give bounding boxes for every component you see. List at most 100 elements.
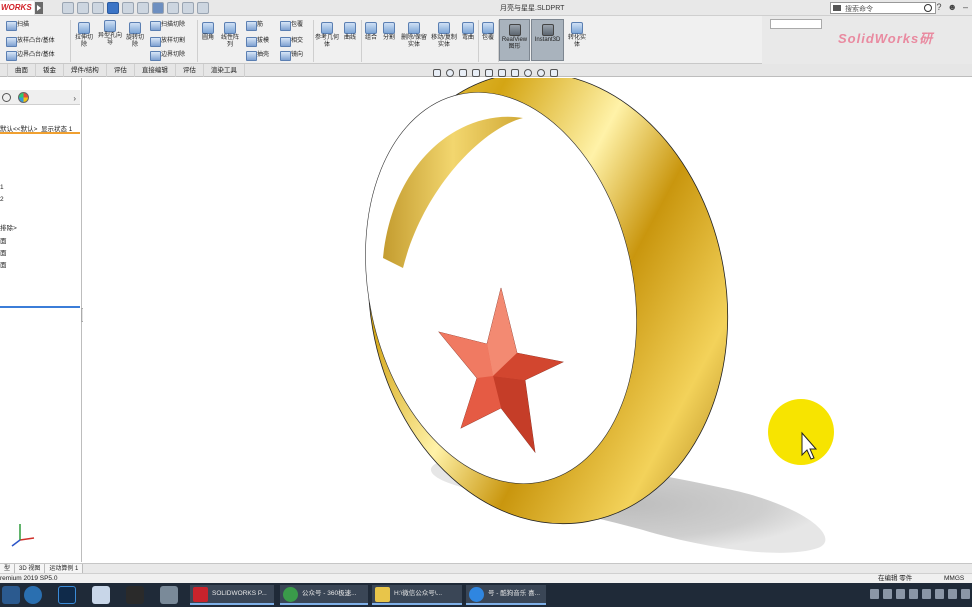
tab-motion-study[interactable]: 运动算例 1 [45, 564, 84, 573]
minimize-icon[interactable]: – [963, 2, 968, 12]
solidworks-logo[interactable]: WORKS [0, 1, 34, 15]
wrap-button[interactable]: 包覆 [480, 22, 496, 42]
tray-icon[interactable] [935, 589, 944, 599]
tray-icon[interactable] [948, 589, 957, 599]
split-button[interactable]: 分割 [381, 22, 397, 42]
rebuild-icon[interactable] [167, 2, 179, 14]
lofted-cut-button[interactable]: 放样切割 [150, 36, 185, 47]
tab-surfaces[interactable]: 曲面 [8, 64, 36, 77]
tray-icon[interactable] [896, 589, 905, 599]
tab-direct-edit[interactable]: 直接编辑 [135, 64, 176, 77]
app-ring-icon[interactable] [24, 586, 42, 604]
photoshop-icon[interactable] [58, 586, 76, 604]
tree-item[interactable]: 面 [0, 259, 7, 269]
wrap-small-button[interactable]: 包覆 [280, 20, 303, 31]
app-icon-2[interactable] [160, 586, 178, 604]
shell-button[interactable]: 抽壳 [246, 50, 269, 61]
loft-boss-button[interactable]: 放样凸台/基体 [6, 36, 55, 47]
flex-button[interactable]: 弯曲 [460, 22, 476, 42]
tab-evaluate-2[interactable]: 评估 [176, 64, 204, 77]
intersect-button[interactable]: 相交 [280, 36, 303, 47]
rib-button[interactable]: 筋 [246, 20, 263, 31]
user-icon[interactable]: ☻ [948, 2, 957, 12]
task-explorer[interactable]: H:\微信公众号\... [372, 585, 462, 605]
configuration-dropdown[interactable] [770, 19, 822, 29]
draft-button[interactable]: 拔模 [246, 36, 269, 47]
app-icon[interactable] [92, 586, 110, 604]
display-style-icon[interactable] [498, 69, 506, 77]
delete-keep-body-button[interactable]: 删除/保留实体 [399, 22, 429, 49]
zoom-area-icon[interactable] [446, 69, 454, 77]
instant3d-button[interactable]: Instant3D [531, 19, 564, 61]
realview-graphics-button[interactable]: RealView图形 [499, 19, 530, 61]
start-icon[interactable] [2, 586, 20, 604]
tray-icon[interactable] [883, 589, 892, 599]
quick-access-toolbar [62, 2, 209, 14]
linear-pattern-button[interactable]: 线性阵列 [219, 22, 241, 49]
tray-icon[interactable] [870, 589, 879, 599]
hole-wizard-button[interactable]: 异型孔向导 [98, 20, 122, 47]
tab-render-tools[interactable]: 渲染工具 [204, 64, 245, 77]
axis-triad-icon [11, 524, 35, 547]
print-icon[interactable] [122, 2, 134, 14]
apply-scene-icon[interactable] [537, 69, 545, 77]
combine-button[interactable]: 组合 [363, 22, 379, 42]
reference-geometry-button[interactable]: 参考几何体 [315, 22, 339, 49]
target-icon[interactable] [2, 93, 11, 102]
tab-3d-views[interactable]: 3D 视图 [15, 564, 46, 573]
boundary-boss-button[interactable]: 边界凸台/基体 [6, 50, 55, 61]
tray-icon[interactable] [922, 589, 931, 599]
fillet-button[interactable]: 圆角 [199, 22, 217, 42]
revolved-cut-button[interactable]: 旋转切除 [124, 22, 146, 49]
tab-evaluate[interactable]: 评估 [107, 64, 135, 77]
tree-item[interactable]: 2 [0, 196, 4, 203]
tray-icon[interactable] [961, 589, 970, 599]
edit-appearance-icon[interactable] [524, 69, 532, 77]
tab-model[interactable]: 型 [0, 564, 16, 573]
tree-item[interactable]: 1 [0, 184, 4, 191]
video-editor-icon[interactable] [126, 586, 144, 604]
boundary-cut-button[interactable]: 边界切除 [150, 50, 185, 61]
linear-pattern-icon [224, 22, 236, 34]
tree-item[interactable]: 面 [0, 235, 7, 245]
tray-icon[interactable] [909, 589, 918, 599]
view-settings-icon[interactable] [550, 69, 558, 77]
swept-cut-button[interactable]: 扫描切除 [150, 20, 185, 31]
tree-item[interactable]: 排除> [0, 222, 17, 232]
zoom-to-fit-icon[interactable] [433, 69, 441, 77]
search-scope-icon[interactable] [833, 5, 841, 11]
tab-features[interactable] [0, 64, 8, 77]
task-browser[interactable]: 公众号 - 360极速... [280, 585, 368, 605]
options-icon[interactable] [197, 2, 209, 14]
tab-weldments[interactable]: 焊件/结构 [64, 64, 107, 77]
menu-expand-icon[interactable] [35, 2, 43, 14]
select-icon[interactable] [152, 2, 164, 14]
chevron-right-icon[interactable]: › [73, 94, 76, 103]
appearance-icon[interactable] [18, 92, 29, 103]
rollback-bar[interactable] [0, 306, 80, 308]
previous-view-icon[interactable] [459, 69, 467, 77]
sweep-button[interactable]: 扫描 [6, 20, 29, 31]
task-solidworks[interactable]: SOLIDWORKS P... [190, 585, 274, 605]
view-orientation-icon[interactable] [485, 69, 493, 77]
mirror-button[interactable]: 镜向 [280, 50, 303, 61]
search-icon[interactable] [924, 4, 932, 12]
help-icon[interactable]: ? [936, 2, 941, 12]
tree-item[interactable]: 面 [0, 247, 7, 257]
move-copy-body-button[interactable]: 移动/复制实体 [430, 22, 458, 49]
home-icon[interactable] [62, 2, 74, 14]
save-icon[interactable] [107, 2, 119, 14]
search-commands-field[interactable]: 搜索命令 [830, 2, 936, 14]
hide-show-icon[interactable] [511, 69, 519, 77]
open-icon[interactable] [92, 2, 104, 14]
tab-sheet-metal[interactable]: 钣金 [36, 64, 64, 77]
undo-icon[interactable] [137, 2, 149, 14]
new-document-icon[interactable] [77, 2, 89, 14]
curves-button[interactable]: 曲线 [341, 22, 359, 42]
extruded-cut-button[interactable]: 拉伸切除 [74, 22, 94, 49]
section-view-icon[interactable] [472, 69, 480, 77]
task-music[interactable]: 号 - 酷狗音乐 喜... [466, 585, 546, 605]
file-properties-icon[interactable] [182, 2, 194, 14]
convert-to-body-button[interactable]: 转化实体 [566, 22, 588, 49]
graphics-viewport[interactable]: □□ [83, 78, 972, 562]
